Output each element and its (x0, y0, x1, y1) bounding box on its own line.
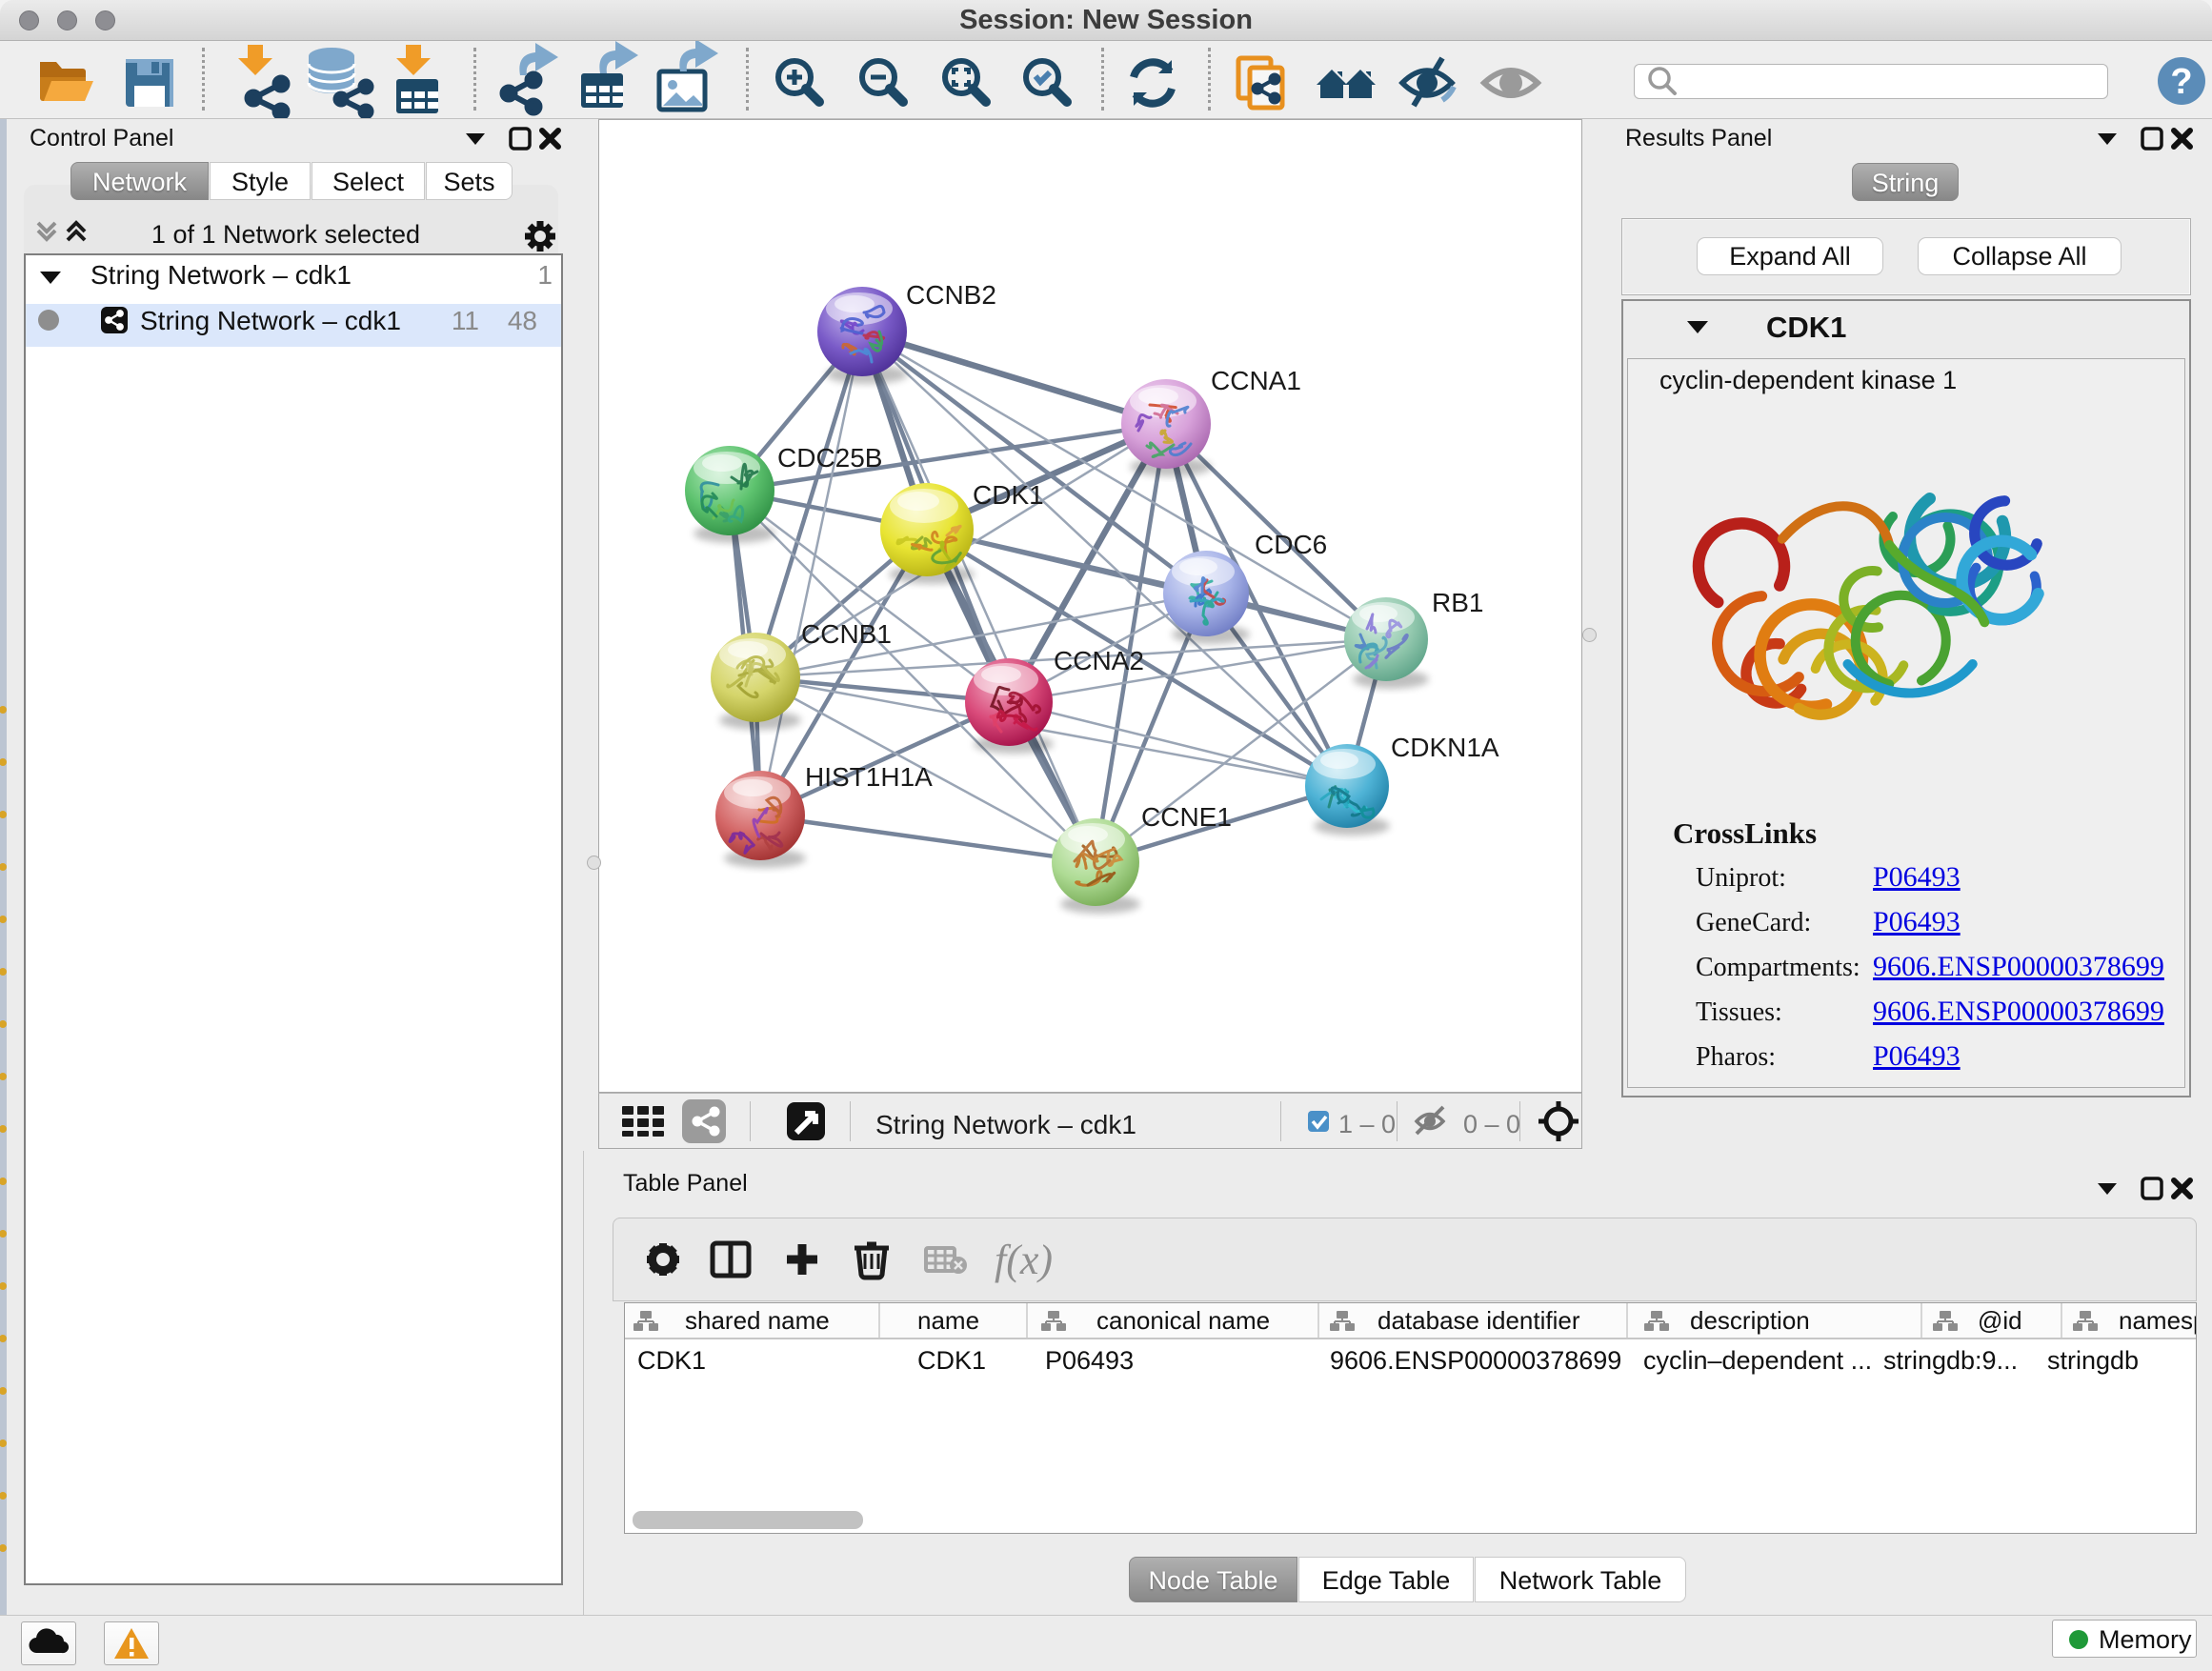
svg-text:description: description (1690, 1306, 1810, 1335)
svg-text:shared name: shared name (685, 1306, 830, 1335)
svg-text:CDK1: CDK1 (917, 1346, 986, 1375)
svg-text:9606.ENSP00000378699: 9606.ENSP00000378699 (1330, 1346, 1621, 1375)
svg-text:CCNE1: CCNE1 (1141, 802, 1232, 832)
svg-text:11: 11 (452, 306, 479, 335)
svg-text:HIST1H1A: HIST1H1A (805, 762, 933, 792)
svg-text:1 – 0: 1 – 0 (1338, 1110, 1396, 1138)
svg-text:CDC25B: CDC25B (777, 443, 882, 473)
svg-text:CCNB2: CCNB2 (906, 280, 996, 310)
svg-text:CDKN1A: CDKN1A (1391, 733, 1499, 762)
svg-text:cyclin–dependent ...: cyclin–dependent ... (1643, 1346, 1872, 1375)
svg-text:1: 1 (537, 260, 553, 290)
svg-text:namespac: namespac (2119, 1306, 2196, 1335)
svg-text:String Network – cdk1: String Network – cdk1 (875, 1110, 1136, 1139)
svg-text:canonical name: canonical name (1096, 1306, 1270, 1335)
svg-text:String Network – cdk1: String Network – cdk1 (140, 306, 401, 335)
svg-text:48: 48 (508, 306, 537, 335)
svg-text:stringdb: stringdb (2047, 1346, 2139, 1375)
svg-text:0 – 0: 0 – 0 (1463, 1110, 1520, 1138)
svg-text:?: ? (2170, 62, 2192, 102)
svg-text:CDC6: CDC6 (1255, 530, 1327, 559)
svg-text:name: name (917, 1306, 979, 1335)
svg-text:RB1: RB1 (1432, 588, 1483, 617)
svg-text:stringdb:9...: stringdb:9... (1883, 1346, 2018, 1375)
svg-text:P06493: P06493 (1045, 1346, 1134, 1375)
svg-text:@id: @id (1978, 1306, 2022, 1335)
svg-text:CCNA2: CCNA2 (1054, 646, 1144, 675)
svg-text:CCNA1: CCNA1 (1211, 366, 1301, 395)
svg-text:database identifier: database identifier (1377, 1306, 1580, 1335)
svg-text:CDK1: CDK1 (637, 1346, 706, 1375)
svg-text:CCNB1: CCNB1 (801, 619, 892, 649)
svg-text:f(x): f(x) (995, 1237, 1053, 1283)
svg-text:String Network – cdk1: String Network – cdk1 (90, 260, 352, 290)
svg-text:CDK1: CDK1 (973, 480, 1044, 510)
